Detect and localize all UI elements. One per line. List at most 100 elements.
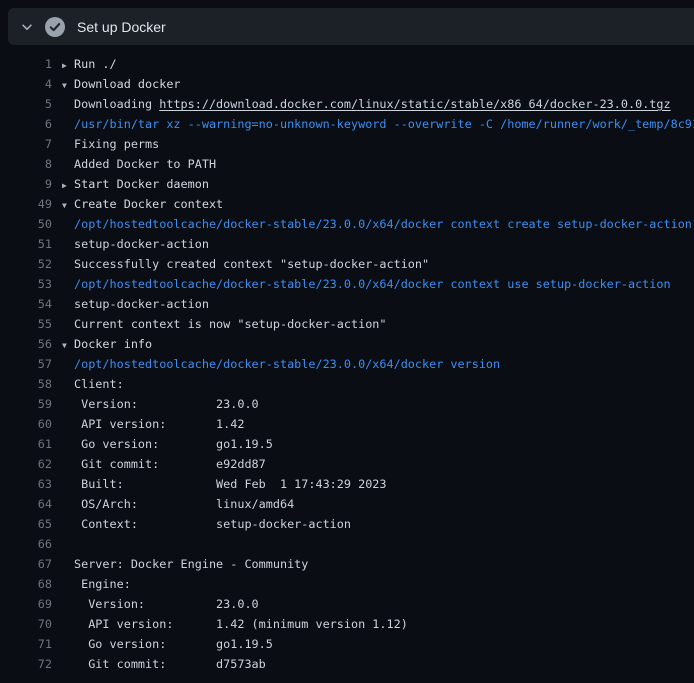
log-line-row: 65 Context: setup-docker-action [0,514,694,534]
log-group-row[interactable]: 4 ▼ Download docker [0,74,694,94]
log-text: Version: 23.0.0 [74,394,259,414]
line-number[interactable]: 70 [0,614,52,634]
line-number[interactable]: 71 [0,634,52,654]
log-group-row[interactable]: 49▼Create Docker context [0,194,694,214]
log-line-row: 68 Engine: [0,574,694,594]
line-number[interactable]: 66 [0,534,52,554]
gutter-spacer [52,354,74,374]
log-text: Added Docker to PATH [74,154,216,174]
log-command-text: /opt/hostedtoolcache/docker-stable/23.0.… [74,214,692,234]
line-number[interactable]: 68 [0,574,52,594]
log-line-row: 72 Git commit: d7573ab [0,654,694,674]
gutter-spacer [52,294,74,314]
gutter-spacer [52,154,74,174]
log-command-text: /opt/hostedtoolcache/docker-stable/23.0.… [74,274,671,294]
gutter-spacer [52,214,74,234]
group-collapsed-icon[interactable]: ▶ [62,56,67,76]
log-line-row: 7Fixing perms [0,134,694,154]
gutter-spacer [52,634,74,654]
line-number[interactable]: 64 [0,494,52,514]
log-line-row: 58 Client: [0,374,694,394]
group-expanded-icon[interactable]: ▼ [62,336,67,356]
log-line-row: 60 API version: 1.42 [0,414,694,434]
line-number[interactable]: 53 [0,274,52,294]
line-number[interactable]: 51 [0,234,52,254]
line-number[interactable]: 1 [0,54,52,74]
log-line-row: 52 Successfully created context "setup-do… [0,254,694,274]
line-number[interactable]: 67 [0,554,52,574]
line-number[interactable]: 54 [0,294,52,314]
line-number[interactable]: 69 [0,594,52,614]
line-number[interactable]: 65 [0,514,52,534]
log-group-row[interactable]: 1 ▶ Run ./ [0,54,694,74]
line-number[interactable]: 55 [0,314,52,334]
group-toggle: ▼ [52,334,74,354]
log-text: Built: Wed Feb 1 17:43:29 2023 [74,474,387,494]
line-number[interactable]: 9 [0,174,52,194]
gutter-spacer [52,434,74,454]
gutter-spacer [52,554,74,574]
line-number[interactable]: 5 [0,94,52,114]
line-number[interactable]: 59 [0,394,52,414]
log-group-row[interactable]: 56▼Docker info [0,334,694,354]
log-command-text: /opt/hostedtoolcache/docker-stable/23.0.… [74,354,500,374]
log-text: Git commit: d7573ab [74,654,266,674]
log-lines-container: 1 ▶ Run ./ 4 ▼ Download docker 5 Downloading ht… [0,45,694,683]
log-line-row: 6/usr/bin/tar xz --warning=no-unknown-ke… [0,114,694,134]
gutter-spacer [52,614,74,634]
line-number[interactable]: 8 [0,154,52,174]
log-line-row: 64 OS/Arch: linux/amd64 [0,494,694,514]
line-number[interactable]: 63 [0,474,52,494]
log-line-row: 51setup-docker-action [0,234,694,254]
group-title: Download docker [74,74,181,94]
log-text: Successfully created context "setup-dock… [74,254,429,274]
line-number[interactable]: 56 [0,334,52,354]
log-text: Downloading https://download.docker.com/… [74,94,671,114]
line-number[interactable]: 58 [0,374,52,394]
group-collapsed-icon[interactable]: ▶ [62,176,67,196]
log-text: Git commit: e92dd87 [74,454,266,474]
gutter-spacer [52,274,74,294]
log-line-row: 5 Downloading https://download.docker.com… [0,94,694,114]
line-number[interactable]: 4 [0,74,52,94]
log-text: Client: [74,374,124,394]
line-number[interactable]: 57 [0,354,52,374]
log-line-row: 67 Server: Docker Engine - Community [0,554,694,574]
log-text: Version: 23.0.0 [74,594,259,614]
log-text: API version: 1.42 (minimum version 1.12) [74,614,408,634]
download-url-link[interactable]: https://download.docker.com/linux/static… [159,97,670,111]
log-text: Go version: go1.19.5 [74,634,273,654]
gutter-spacer [52,314,74,334]
gutter-spacer [52,254,74,274]
line-number[interactable]: 72 [0,654,52,674]
gutter-spacer [52,654,74,674]
group-expanded-icon[interactable]: ▼ [62,76,67,96]
log-text: Context: setup-docker-action [74,514,351,534]
chevron-down-icon[interactable] [19,20,35,34]
line-number[interactable]: 60 [0,414,52,434]
log-line-row: 69 Version: 23.0.0 [0,594,694,614]
log-text: OS/Arch: linux/amd64 [74,494,294,514]
group-expanded-icon[interactable]: ▼ [62,196,67,216]
step-header[interactable]: Set up Docker [8,8,694,45]
line-number[interactable]: 7 [0,134,52,154]
gutter-spacer [52,94,74,114]
log-text: Server: Docker Engine - Community [74,554,308,574]
log-group-row[interactable]: 9 ▶ Start Docker daemon [0,174,694,194]
line-number[interactable]: 52 [0,254,52,274]
line-number[interactable]: 50 [0,214,52,234]
log-line-row: 63 Built: Wed Feb 1 17:43:29 2023 [0,474,694,494]
line-number[interactable]: 62 [0,454,52,474]
line-number[interactable]: 61 [0,434,52,454]
line-number[interactable]: 49 [0,194,52,214]
gutter-spacer [52,594,74,614]
gutter-spacer [52,474,74,494]
gutter-spacer [52,134,74,154]
group-title: Run ./ [74,54,117,74]
line-number[interactable]: 6 [0,114,52,134]
log-text: setup-docker-action [74,294,209,314]
log-line-row: 59 Version: 23.0.0 [0,394,694,414]
group-title: Start Docker daemon [74,174,209,194]
gutter-spacer [52,114,74,134]
gutter-spacer [52,394,74,414]
